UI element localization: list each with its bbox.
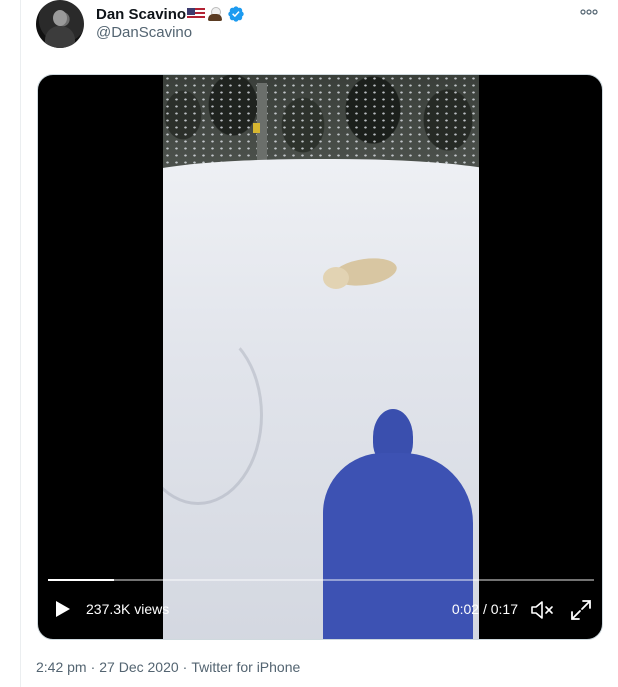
video-dog (323, 253, 407, 291)
tweet-header: Dan Scavino @DanScavino (36, 0, 606, 56)
play-icon[interactable] (52, 599, 72, 619)
current-time: 0:02 (451, 601, 480, 617)
author-handle[interactable]: @DanScavino (96, 24, 192, 41)
fullscreen-icon[interactable] (570, 599, 592, 621)
avatar[interactable] (36, 0, 84, 48)
avatar-body (45, 26, 75, 48)
us-flag-emoji-icon (187, 8, 206, 20)
video-player[interactable]: 237.3K views 0:02 / 0:17 (37, 74, 603, 640)
time-separator: / (482, 601, 487, 617)
tweet-date: 27 Dec 2020 (99, 659, 179, 675)
video-frame[interactable] (163, 75, 479, 639)
video-dog-head (323, 267, 349, 289)
timeline-border (20, 0, 21, 687)
video-progress-fill (48, 579, 114, 581)
meta-separator: · (90, 659, 96, 675)
video-sign (253, 123, 260, 133)
eagle-emoji-icon (207, 6, 223, 22)
view-count: 237.3K views (86, 601, 170, 617)
video-timestamp: 0:02 / 0:17 (452, 599, 518, 619)
tweet-time-link[interactable]: 2:42 pm · 27 Dec 2020 (36, 659, 179, 675)
more-options-button[interactable] (576, 2, 602, 22)
tweet-time: 2:42 pm (36, 659, 87, 675)
more-horizontal-icon (580, 9, 598, 15)
video-duration: 0:17 (490, 601, 518, 617)
author-name-row[interactable]: Dan Scavino (96, 4, 245, 24)
tweet-meta: 2:42 pm · 27 Dec 2020 · Twitter for iPhone (36, 658, 300, 676)
author-display-name[interactable]: Dan Scavino (96, 6, 186, 23)
verified-badge-icon (228, 6, 244, 22)
video-controls: 237.3K views 0:02 / 0:17 (38, 579, 602, 639)
meta-separator: · (182, 659, 188, 675)
tweet-source-link[interactable]: Twitter for iPhone (191, 659, 300, 675)
avatar-head (53, 10, 67, 26)
video-progress-bar[interactable] (48, 579, 594, 581)
volume-muted-icon[interactable] (530, 599, 554, 621)
